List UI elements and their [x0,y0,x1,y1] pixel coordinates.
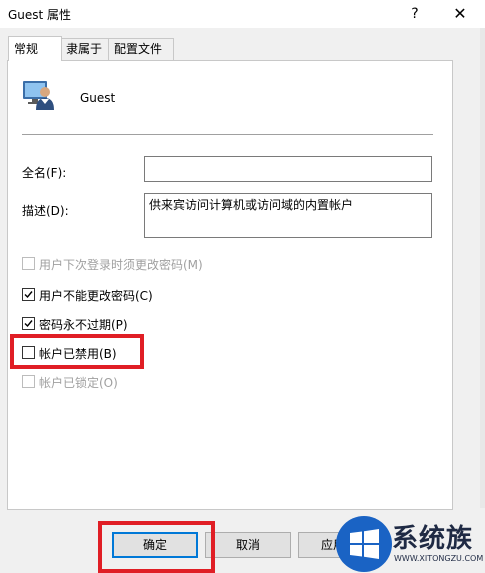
cancel-button[interactable]: 取消 [205,532,291,558]
checkbox-label: 用户不能更改密码(C) [39,288,153,303]
window-edge [480,28,485,508]
tab-general[interactable]: 常规 [8,36,62,61]
general-tab-panel: Guest 全名(F): 描述(D): 供来宾访问计算机或访问域的内置帐户 用户… [7,60,453,510]
tab-member-of[interactable]: 隶属于 [60,38,110,60]
description-field[interactable]: 供来宾访问计算机或访问域的内置帐户 [144,193,432,238]
user-name: Guest [80,91,116,105]
watermark-url: WWW.XITONGZU.COM [394,554,484,563]
checkbox-box [22,288,35,301]
fullname-label: 全名(F): [22,166,67,180]
account-locked-checkbox[interactable]: 帐户已锁定(O) [22,374,118,392]
help-icon[interactable]: ? [395,0,435,28]
highlight-account-disabled [10,334,144,369]
cannot-change-password-checkbox[interactable]: 用户不能更改密码(C) [22,287,153,305]
watermark-brand: 系统族 [392,524,474,554]
checkbox-box [22,257,35,270]
highlight-ok-button [98,521,215,573]
checkbox-box [22,317,35,330]
checkbox-label: 帐户已锁定(O) [39,375,118,390]
user-monitor-icon [22,77,56,111]
checkbox-label: 用户下次登录时须更改密码(M) [39,257,203,272]
window-title: Guest 属性 [8,8,72,22]
checkbox-label: 密码永不过期(P) [39,317,128,332]
watermark: 系统族 WWW.XITONGZU.COM [336,514,485,573]
tab-profile[interactable]: 配置文件 [108,38,174,60]
checkmark-icon [24,291,33,299]
windows-logo-icon [336,516,392,572]
must-change-password-checkbox[interactable]: 用户下次登录时须更改密码(M) [22,256,203,274]
fullname-field[interactable] [144,156,432,182]
close-icon[interactable]: ✕ [440,0,480,28]
divider [22,134,433,135]
title-bar: Guest 属性 ? ✕ [0,0,485,28]
description-label: 描述(D): [22,204,69,218]
password-never-expires-checkbox[interactable]: 密码永不过期(P) [22,316,128,334]
checkbox-box [22,375,35,388]
guest-properties-dialog: Guest 属性 ? ✕ 常规 隶属于 配置文件 Guest 全名(F): 描述… [0,0,485,573]
checkmark-icon [24,320,33,328]
